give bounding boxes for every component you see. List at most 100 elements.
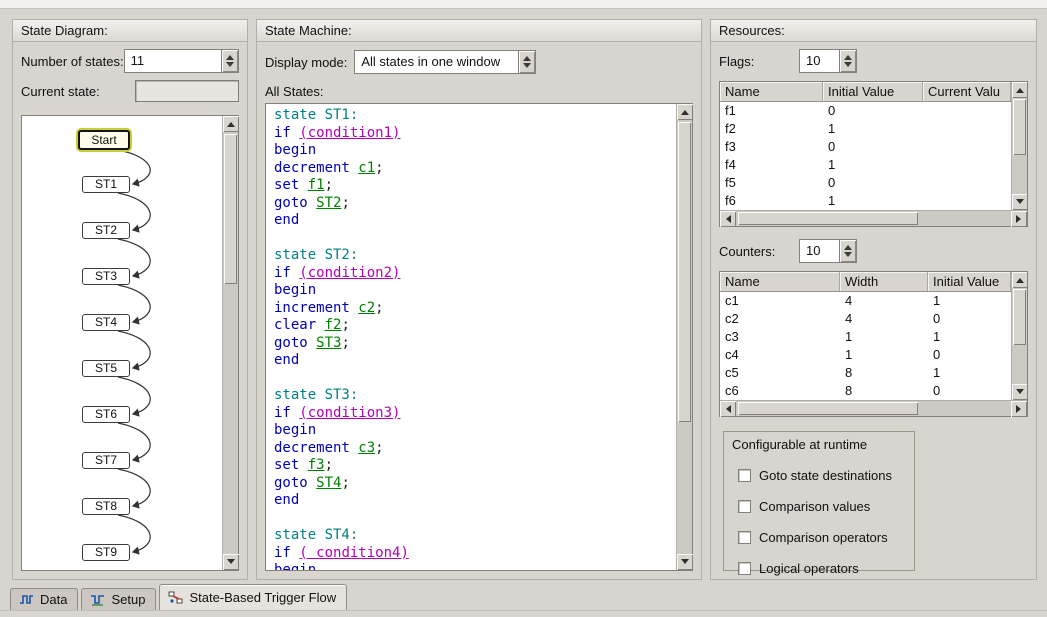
number-of-states-label: Number of states: [21, 54, 124, 69]
table-row[interactable]: f21 [720, 120, 1011, 138]
checkbox-comparison-operators[interactable]: Comparison operators [738, 530, 906, 545]
column-header[interactable]: Width [840, 272, 928, 291]
table-cell [923, 156, 1011, 174]
state-node-st9[interactable]: ST9 [82, 544, 130, 561]
scrollbar-track[interactable] [677, 120, 692, 554]
state-node-st6[interactable]: ST6 [82, 406, 130, 423]
column-header[interactable]: Name [720, 82, 823, 101]
code-vertical-scrollbar[interactable] [676, 104, 692, 570]
scroll-down-button[interactable] [1012, 194, 1027, 210]
current-state-field[interactable] [135, 80, 239, 102]
combo-up-icon[interactable] [523, 52, 531, 61]
table-row[interactable]: c410 [720, 346, 1011, 364]
scrollbar-thumb[interactable] [224, 134, 237, 284]
flags-horizontal-scrollbar[interactable] [720, 210, 1027, 226]
table-row[interactable]: f10 [720, 102, 1011, 120]
spin-down-icon[interactable] [844, 62, 852, 71]
column-header[interactable]: Current Valu [923, 82, 1011, 101]
spinner-arrows[interactable] [839, 240, 856, 262]
column-header[interactable]: Initial Value [928, 272, 1011, 291]
number-of-states-spinbox[interactable]: 11 [124, 49, 239, 73]
scroll-up-button[interactable] [223, 116, 239, 132]
checkbox-box[interactable] [738, 469, 751, 482]
tab-setup[interactable]: Setup [81, 588, 156, 610]
scroll-down-button[interactable] [223, 554, 239, 570]
scrollbar-thumb[interactable] [678, 122, 691, 422]
table-row[interactable]: f41 [720, 156, 1011, 174]
table-cell: 1 [823, 192, 923, 210]
table-row[interactable]: c581 [720, 364, 1011, 382]
scroll-down-button[interactable] [677, 554, 693, 570]
state-node-st2[interactable]: ST2 [82, 222, 130, 239]
scrollbar-thumb[interactable] [1013, 99, 1026, 155]
scroll-left-button[interactable] [720, 401, 736, 417]
counters-vertical-scrollbar[interactable] [1011, 272, 1027, 400]
table-row[interactable]: c680 [720, 382, 1011, 400]
diagram-vertical-scrollbar[interactable] [222, 116, 238, 570]
scrollbar-track[interactable] [736, 211, 1011, 226]
state-diagram-canvas[interactable]: Start ST1 ST2 ST3 ST4 ST5 ST6 ST7 ST8 ST9 [22, 116, 222, 570]
scrollbar-track[interactable] [1012, 288, 1027, 384]
state-node-st1[interactable]: ST1 [82, 176, 130, 193]
state-node-st4[interactable]: ST4 [82, 314, 130, 331]
right-arrow-icon [1016, 215, 1025, 223]
scroll-up-button[interactable] [677, 104, 693, 120]
checkbox-box[interactable] [738, 531, 751, 544]
scrollbar-track[interactable] [223, 132, 238, 554]
spinner-arrows[interactable] [839, 50, 856, 72]
resources-panel: Resources: Flags: 10 NameInitial ValueCu… [710, 19, 1037, 580]
scroll-up-button[interactable] [1012, 272, 1027, 288]
checkbox-box[interactable] [738, 500, 751, 513]
display-mode-combobox[interactable]: All states in one window [354, 50, 536, 74]
code-line: set f3; [274, 457, 676, 475]
state-machine-title: State Machine: [257, 20, 701, 42]
table-cell: 1 [840, 346, 928, 364]
flags-spinbox[interactable]: 10 [799, 49, 857, 73]
combo-arrows[interactable] [518, 51, 535, 73]
combo-down-icon[interactable] [523, 63, 531, 72]
spinner-arrows[interactable] [221, 50, 238, 72]
checkbox-comparison-values[interactable]: Comparison values [738, 499, 906, 514]
table-row[interactable]: c141 [720, 292, 1011, 310]
counters-spinbox[interactable]: 10 [799, 239, 857, 263]
checkbox-logical-operators[interactable]: Logical operators [738, 561, 906, 576]
state-node-st3[interactable]: ST3 [82, 268, 130, 285]
state-node-start[interactable]: Start [78, 130, 130, 150]
spin-up-icon[interactable] [844, 51, 852, 60]
scrollbar-thumb[interactable] [738, 212, 918, 225]
scroll-left-button[interactable] [720, 211, 736, 227]
scroll-up-button[interactable] [1012, 82, 1027, 98]
scroll-right-button[interactable] [1011, 211, 1027, 227]
state-node-st5[interactable]: ST5 [82, 360, 130, 377]
table-row[interactable]: f50 [720, 174, 1011, 192]
tab-state-based-trigger-flow[interactable]: State-Based Trigger Flow [159, 584, 347, 610]
state-node-st8[interactable]: ST8 [82, 498, 130, 515]
spin-down-icon[interactable] [844, 252, 852, 261]
scrollbar-thumb[interactable] [738, 402, 918, 415]
flags-vertical-scrollbar[interactable] [1011, 82, 1027, 210]
spin-up-icon[interactable] [844, 241, 852, 250]
state-machine-code[interactable]: state ST1:if (condition1)begindecrement … [266, 104, 676, 570]
counters-horizontal-scrollbar[interactable] [720, 400, 1027, 416]
scroll-right-button[interactable] [1011, 401, 1027, 417]
scrollbar-track[interactable] [736, 401, 1011, 416]
table-row[interactable]: f61 [720, 192, 1011, 210]
scroll-down-button[interactable] [1012, 384, 1027, 400]
spin-up-icon[interactable] [226, 51, 234, 60]
table-row[interactable]: c240 [720, 310, 1011, 328]
spin-down-icon[interactable] [226, 62, 234, 71]
table-row[interactable]: c311 [720, 328, 1011, 346]
checkbox-box[interactable] [738, 562, 751, 575]
column-header[interactable]: Name [720, 272, 840, 291]
table-row[interactable]: f30 [720, 138, 1011, 156]
counters-row: Counters: 10 [711, 227, 1036, 263]
flags-row: Flags: 10 [711, 42, 1036, 73]
tab-data[interactable]: Data [10, 588, 78, 610]
scrollbar-track[interactable] [1012, 98, 1027, 194]
column-header[interactable]: Initial Value [823, 82, 923, 101]
code-line: state ST3: [274, 387, 676, 405]
checkbox-goto-state-destinations[interactable]: Goto state destinations [738, 468, 906, 483]
table-cell: 1 [928, 292, 1011, 310]
state-node-st7[interactable]: ST7 [82, 452, 130, 469]
scrollbar-thumb[interactable] [1013, 289, 1026, 345]
